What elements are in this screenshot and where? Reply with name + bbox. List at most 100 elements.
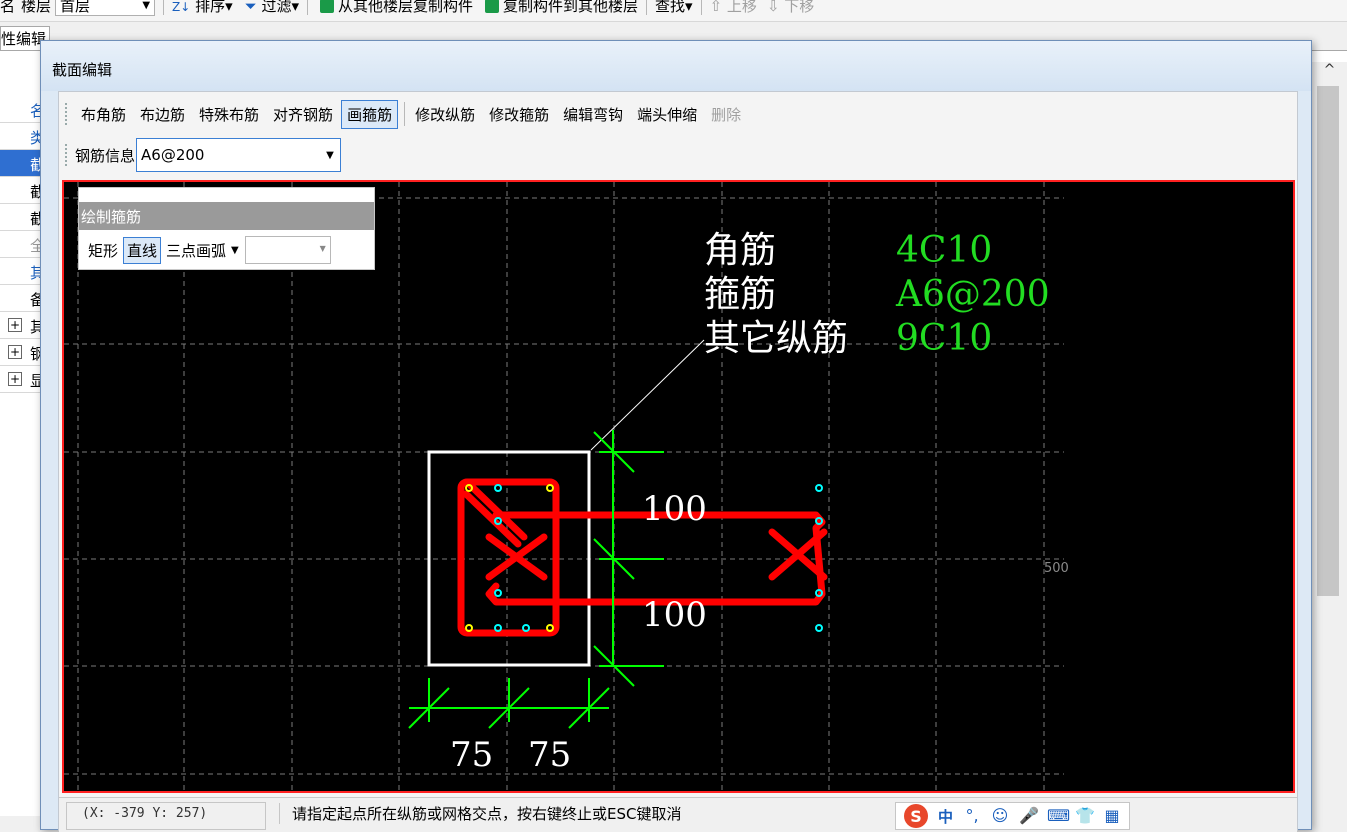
dimension-label: 75 [528,735,571,775]
copy-to-icon [485,0,499,13]
property-row[interactable]: 备 [0,285,45,312]
stirrup-label: 箍筋 [704,274,776,315]
copy-from-floor-button[interactable]: 从其他楼层复制构件 [316,0,473,16]
toolbar-separator [404,102,406,126]
status-bar: (X: -379 Y: 257) 请指定起点所在纵筋或网格交点，按右键终止或ES… [59,797,1297,832]
sort-button[interactable]: Z↓ 排序▾ [172,0,233,16]
toolbar-grip[interactable] [65,144,69,166]
microphone-icon[interactable]: 🎤 [1019,807,1039,825]
section-drawing[interactable]: 500 角筋 4C10 箍筋 A6@200 其它纵筋 9C10 100 100 … [64,182,1293,791]
dialog-title: 截面编辑 [41,41,1311,91]
ime-chinese-mode[interactable]: 中 [938,806,953,827]
section-edit-dialog: 截面编辑 布角筋 布边筋 特殊布筋 对齐钢筋 画箍筋 修改纵筋 修改箍筋 编辑弯… [40,40,1312,832]
property-group[interactable]: + 钢 [0,339,45,366]
dimension-label: 100 [642,489,707,529]
arrow-up-icon: ⇧ [709,0,723,15]
corner-bar-label: 角筋 [704,230,776,271]
dimension-label: 75 [450,735,493,775]
rebar-info-select[interactable]: A6@200 ▼ [136,138,342,172]
line-button[interactable]: 直线 [123,236,162,264]
copy-to-floor-button[interactable]: 复制构件到其他楼层 [481,0,638,16]
delete-button[interactable]: 删除 [705,100,747,129]
floor-select[interactable]: 首层 ▼ [55,0,156,16]
punctuation-icon[interactable]: °, [963,807,981,825]
move-up-label: 上移 [726,0,757,15]
property-group[interactable]: + 显 [0,366,45,393]
side-bar [494,624,502,632]
grid-label: 500 [1044,561,1069,576]
scroll-up-icon[interactable]: ^ [1312,62,1347,86]
side-bar [815,484,823,492]
leader-line [590,339,705,451]
find-button[interactable]: 查找▾ [655,0,693,16]
chevron-down-icon[interactable]: ▼ [320,139,340,171]
sort-label: 排序 [195,0,226,15]
draw-stirrup-palette: 绘制箍筋 矩形 直线 三点画弧 ▼ ▼ [78,187,375,270]
special-layout-button[interactable]: 特殊布筋 [193,100,265,129]
filter-icon: ⏷ [244,0,257,15]
move-down-label: 下移 [784,0,815,15]
toolbar-grip[interactable] [65,103,69,125]
dimension-label: 100 [642,595,707,635]
place-side-bar-button[interactable]: 布边筋 [134,100,191,129]
draw-stirrup-button[interactable]: 画箍筋 [341,99,399,129]
move-down-button[interactable]: ⇩ 下移 [767,0,814,16]
palette-combo[interactable]: ▼ [244,236,331,264]
sogou-logo-icon[interactable]: S [904,804,928,828]
property-row-selected[interactable]: 截 [0,150,45,177]
other-bar-label: 其它纵筋 [704,318,848,359]
emoji-icon[interactable]: ☺ [991,807,1009,825]
property-row[interactable]: 名 [0,96,45,123]
edit-stirrup-button[interactable]: 修改箍筋 [483,100,555,129]
corner-bar [546,484,554,492]
edit-longitudinal-button[interactable]: 修改纵筋 [409,100,481,129]
stirrup-value: A6@200 [895,274,1050,315]
end-extend-button[interactable]: 端头伸缩 [631,100,703,129]
dialog-body: 布角筋 布边筋 特殊布筋 对齐钢筋 画箍筋 修改纵筋 修改箍筋 编辑弯钩 端头伸… [58,91,1298,832]
vertical-dimension [593,430,664,687]
move-up-button[interactable]: ⇧ 上移 [710,0,757,16]
scrollbar-thumb[interactable] [1317,86,1339,596]
corner-bar [465,624,473,632]
palette-title[interactable]: 绘制箍筋 [79,202,374,230]
floor-label: 楼层 [21,0,52,15]
rectangle-button[interactable]: 矩形 [84,237,122,264]
user-icon[interactable]: 👕 [1075,807,1095,825]
align-rebar-button[interactable]: 对齐钢筋 [267,100,339,129]
filter-button[interactable]: ⏷ 过滤▾ [245,0,299,16]
property-group[interactable]: + 其 [0,312,45,339]
palette-buttons: 矩形 直线 三点画弧 ▼ ▼ [84,236,331,264]
place-corner-bar-button[interactable]: 布角筋 [75,100,132,129]
expand-icon[interactable]: + [8,318,22,332]
side-bar [815,624,823,632]
expand-icon[interactable]: + [8,372,22,386]
rebar-toolbar: 布角筋 布边筋 特殊布筋 对齐钢筋 画箍筋 修改纵筋 修改箍筋 编辑弯钩 端头伸… [59,96,749,132]
property-row[interactable]: 类 [0,123,45,150]
rebar-info-value: A6@200 [141,146,205,164]
chevron-down-icon: ▼ [319,244,326,253]
three-point-arc-button[interactable]: 三点画弧 [162,237,230,264]
ime-toolbar[interactable]: S 中 °, ☺ 🎤 ⌨ 👕 ▦ [895,802,1131,830]
arc-dropdown-icon[interactable]: ▼ [231,245,239,256]
hook-line [465,480,528,541]
corner-bar-value: 4C10 [896,230,992,271]
side-bar [494,484,502,492]
property-row[interactable]: 截 [0,204,45,231]
edit-hook-button[interactable]: 编辑弯钩 [557,100,629,129]
filter-label: 过滤 [261,0,292,15]
property-scrollbar[interactable]: ^ [1312,62,1347,816]
chevron-down-icon: ▼ [142,0,151,11]
name-label: 名 [0,0,16,15]
property-row[interactable]: 截 [0,177,45,204]
section-canvas[interactable]: 500 角筋 4C10 箍筋 A6@200 其它纵筋 9C10 100 100 … [62,180,1295,793]
property-row[interactable]: 全 [0,231,45,258]
other-bar-value: 9C10 [896,318,992,359]
rebar-info-label: 钢筋信息 [75,146,136,165]
copy-from-icon [319,0,334,13]
grid-icon[interactable]: ▦ [1103,807,1121,825]
property-row[interactable]: 其 [0,258,45,285]
expand-icon[interactable]: + [8,345,22,359]
keyboard-icon[interactable]: ⌨ [1047,807,1070,825]
horizontal-dimension [408,678,610,729]
main-toolbar: 名 楼层 首层 ▼ Z↓ 排序▾ ⏷ 过滤▾ 从其他楼层复制构件 复制构件到其他… [0,0,1347,22]
